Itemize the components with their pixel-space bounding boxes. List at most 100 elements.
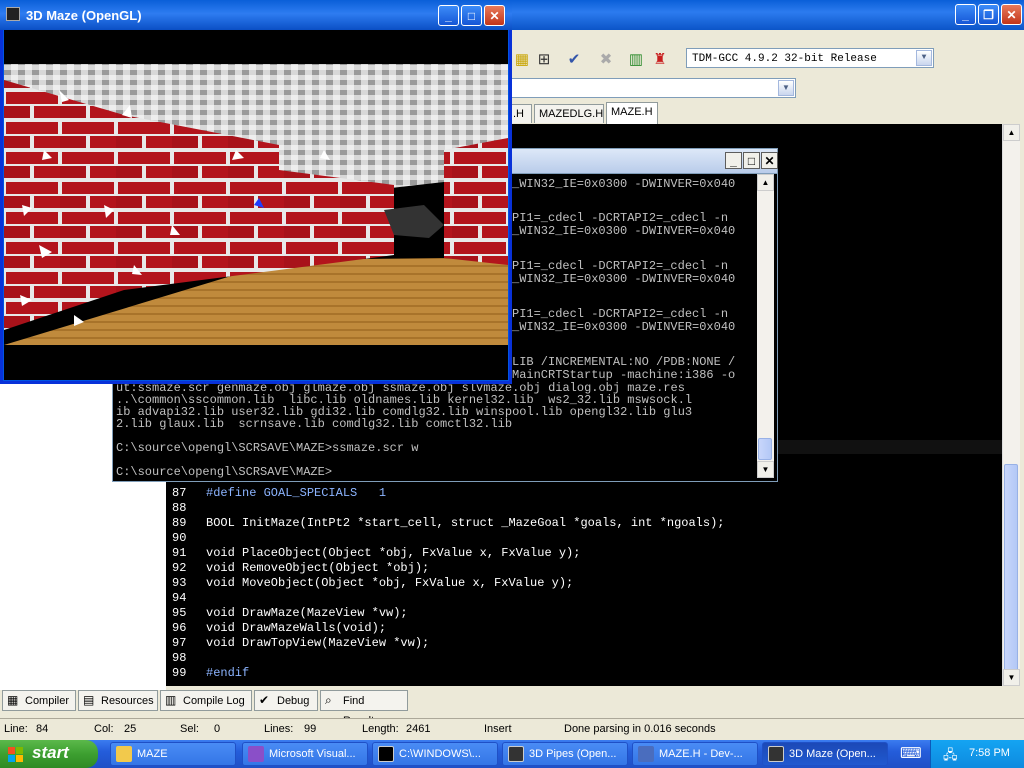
code-line: 94 [172,591,206,606]
compiler-select[interactable]: TDM-GCC 4.9.2 32-bit Release ▼ [686,48,934,68]
task-3d-pipes[interactable]: 3D Pipes (Open... [502,742,628,766]
task-maze-folder[interactable]: MAZE [110,742,236,766]
status-bar: Line: 84 Col: 25 Sel: 0 Lines: 99 Length… [0,718,1024,741]
tab-compile-log[interactable]: ▥ Compile Log [160,690,252,711]
status-length: 2461 [406,723,431,735]
task-label: C:\WINDOWS\... [399,748,481,760]
status-col-label: Col: [94,723,114,735]
task-3d-maze[interactable]: 3D Maze (Open... [762,742,888,766]
code-line: 95 void DrawMaze(MazeView *vw); [172,606,408,621]
code-line: 90 [172,531,206,546]
code-text: void PlaceObject(Object *obj, FxValue x,… [206,546,581,560]
console-line: C:\source\opengl\SCRSAVE\MAZE>ssmaze.scr… [116,441,419,455]
line-number: 99 [172,666,187,680]
code-line: 88 [172,501,206,516]
code-line: 98 [172,651,206,666]
start-button[interactable]: start [0,740,98,768]
code-text: void DrawMaze(MazeView *vw); [206,606,408,620]
console-maximize-button[interactable]: □ [743,152,760,169]
keyboard-icon[interactable]: ⌨ [900,744,922,764]
maze-close-button[interactable]: ✕ [484,5,505,26]
chevron-down-icon[interactable]: ▼ [778,80,794,96]
status-sel: 0 [214,723,221,735]
line-number: 87 [172,486,187,500]
scroll-up-icon[interactable]: ▲ [757,174,774,191]
console-line: _WIN32_IE=0x0300 -DWINVER=0x040 [512,320,736,334]
toggle-view-icon[interactable]: ▦ [512,50,532,70]
task-visual-studio[interactable]: Microsoft Visual... [242,742,368,766]
maze-3d-view[interactable] [4,30,508,380]
tab-resources[interactable]: ▤ Resources [78,690,158,711]
maze-titlebar[interactable]: 3D Maze (OpenGL) _ □ ✕ [0,0,512,30]
console-line: 2.lib glaux.lib scrnsave.lib comdlg32.li… [116,417,513,431]
compiler-select-value: TDM-GCC 4.9.2 32-bit Release [692,53,877,65]
ide-close-button[interactable]: ✕ [1001,4,1022,25]
task-label: MAZE.H - Dev-... [659,748,743,760]
task-dev-cpp[interactable]: MAZE.H - Dev-... [632,742,758,766]
compile-log-icon: ▥ [165,693,177,707]
clock[interactable]: 7:58 PM [969,747,1010,759]
chart-icon[interactable]: ▥ [626,50,646,70]
ide-restore-button[interactable]: ❐ [978,4,999,25]
console-minimize-button[interactable]: _ [725,152,742,169]
bottom-panel-tabs: ▦ Compiler ▤ Resources ▥ Compile Log ✔ Debug… [0,690,1024,727]
task-label: Microsoft Visual... [269,748,356,760]
find-results-icon: ⌕ [325,693,332,707]
scroll-up-icon[interactable]: ▲ [1003,124,1020,141]
folder-icon [116,746,132,762]
tab-debug[interactable]: ✔ Debug [254,690,318,711]
console-scroll-thumb[interactable] [758,438,772,460]
line-number: 98 [172,651,187,665]
line-number: 94 [172,591,187,605]
editor-tabs: .H MAZEDLG.H MAZE.H [508,102,1024,124]
scroll-down-icon[interactable]: ▼ [1003,669,1020,686]
line-number: 89 [172,516,187,530]
line-number: 95 [172,606,187,620]
tab-mazedlg-h[interactable]: MAZEDLG.H [534,104,604,123]
code-line: 87 #define GOAL_SPECIALS 1 [172,486,386,501]
line-number: 91 [172,546,187,560]
status-line: 84 [36,723,49,735]
ide-minimize-button[interactable]: _ [955,4,976,25]
task-label: 3D Maze (Open... [789,748,876,760]
network-icon[interactable]: 🖧 [943,746,958,768]
code-line: 93 void MoveObject(Object *obj, FxValue x… [172,576,573,591]
visual-studio-icon [248,746,264,762]
windows-logo-icon [8,747,24,763]
maze-maximize-button[interactable]: □ [461,5,482,26]
status-col: 25 [124,723,137,735]
status-mode: Insert [484,723,512,735]
tab-find-results[interactable]: ⌕Find Results [320,690,408,727]
console-scrollbar[interactable]: ▲ ▼ [757,174,774,478]
profile-icon[interactable]: ♜ [650,50,670,70]
code-line: 97 void DrawTopView(MazeView *vw); [172,636,429,651]
cmd-icon [378,746,394,762]
start-label: start [32,743,69,762]
code-line: 89 BOOL InitMaze(IntPt2 *start_cell, stru… [172,516,724,531]
console-close-button[interactable]: ✕ [761,152,778,169]
code-line: 99 #endif [172,666,249,681]
scroll-down-icon[interactable]: ▼ [757,461,774,478]
line-number: 96 [172,621,187,635]
tab-maze-h[interactable]: MAZE.H [606,102,658,124]
grid-icon[interactable]: ⊞ [534,50,554,70]
task-cmd[interactable]: C:\WINDOWS\... [372,742,498,766]
line-number: 90 [172,531,187,545]
tab-label: Resources [101,695,154,707]
task-label: MAZE [137,748,168,760]
console-line: _WIN32_IE=0x0300 -DWINVER=0x040 [512,177,736,191]
editor-scrollbar[interactable]: ▲ ▼ [1002,124,1020,686]
check-icon[interactable]: ✔ [564,50,584,70]
tab-compiler[interactable]: ▦ Compiler [2,690,76,711]
code-text: #endif [206,666,250,680]
tab-label: Debug [277,695,310,707]
maze-minimize-button[interactable]: _ [438,5,459,26]
editor-scroll-thumb[interactable] [1004,464,1018,674]
chevron-down-icon[interactable]: ▼ [916,50,932,66]
code-text: void DrawMazeWalls(void); [206,621,387,635]
function-select[interactable]: ▼ [510,78,796,98]
line-number: 92 [172,561,187,575]
line-number: 97 [172,636,187,650]
status-length-label: Length: [362,723,399,735]
cross-icon[interactable]: ✖ [596,50,616,70]
